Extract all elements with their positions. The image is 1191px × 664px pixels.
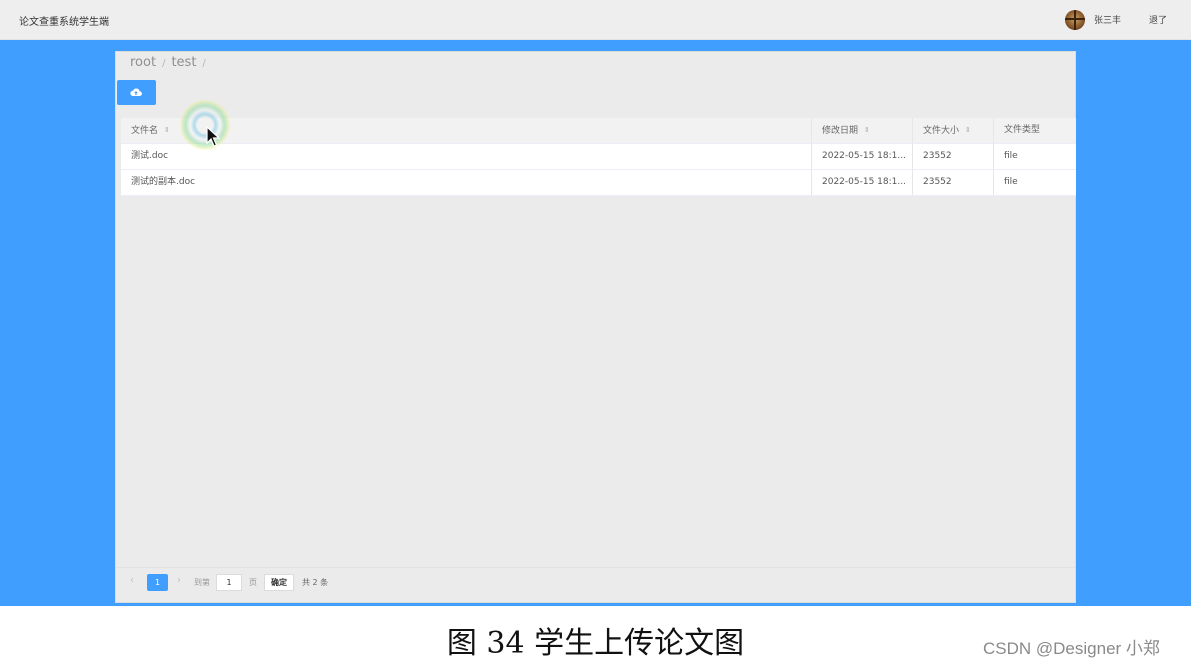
top-bar: 论文查重系统学生端 张三丰 退了 bbox=[0, 0, 1191, 40]
user-avatar[interactable] bbox=[1065, 10, 1085, 30]
file-name-cell[interactable]: 测试.doc bbox=[121, 144, 811, 169]
modified-date-cell: 2022-05-15 18:1... bbox=[811, 144, 912, 169]
column-header-label: 文件类型 bbox=[1004, 125, 1041, 135]
file-type-cell: file bbox=[993, 144, 1076, 169]
next-page-button[interactable]: › bbox=[177, 575, 181, 586]
click-indicator bbox=[180, 100, 230, 150]
breadcrumb-item-root[interactable]: root bbox=[130, 55, 156, 70]
modified-date-cell: 2022-05-15 18:1... bbox=[811, 170, 912, 195]
app-title: 论文查重系统学生端 bbox=[19, 17, 109, 28]
upload-button[interactable] bbox=[117, 80, 156, 105]
column-header-label: 文件名 bbox=[131, 126, 159, 136]
goto-label: 到第 bbox=[194, 578, 210, 587]
table-row[interactable]: 测试.doc 2022-05-15 18:1... 23552 file bbox=[121, 144, 1076, 170]
column-header-modified[interactable]: 修改日期 ⇕ bbox=[811, 118, 912, 143]
file-type-cell: file bbox=[993, 170, 1076, 195]
logout-link[interactable]: 退了 bbox=[1149, 13, 1167, 26]
column-header-label: 文件大小 bbox=[923, 126, 960, 136]
file-manager-panel: root / test / 文件名 ⇕ 修改日期 ⇕ 文件大小 ⇕ 文件类型 测试.doc … bbox=[115, 51, 1076, 603]
file-size-cell: 23552 bbox=[912, 170, 993, 195]
file-size-cell: 23552 bbox=[912, 144, 993, 169]
column-header-label: 修改日期 bbox=[822, 126, 859, 136]
sort-icon[interactable]: ⇕ bbox=[965, 118, 971, 143]
breadcrumb-separator: / bbox=[162, 58, 166, 69]
file-table: 文件名 ⇕ 修改日期 ⇕ 文件大小 ⇕ 文件类型 测试.doc 2022-05-15 … bbox=[121, 118, 1076, 196]
column-header-type: 文件类型 bbox=[993, 118, 1076, 143]
cloud-upload-icon bbox=[130, 88, 142, 97]
table-header-row: 文件名 ⇕ 修改日期 ⇕ 文件大小 ⇕ 文件类型 bbox=[121, 118, 1076, 144]
goto-confirm-button[interactable]: 确定 bbox=[264, 574, 294, 591]
pagination: ‹ 1 › 到第 1 页 确定 共 2 条 bbox=[116, 567, 1075, 598]
prev-page-button[interactable]: ‹ bbox=[130, 575, 134, 586]
total-count: 共 2 条 bbox=[302, 578, 329, 587]
breadcrumb-separator: / bbox=[202, 58, 206, 69]
watermark: CSDN @Designer 小郑 bbox=[983, 639, 1160, 658]
page-label: 页 bbox=[249, 578, 257, 587]
table-row[interactable]: 测试的副本.doc 2022-05-15 18:1... 23552 file bbox=[121, 170, 1076, 196]
username[interactable]: 张三丰 bbox=[1094, 13, 1121, 26]
page-number-current[interactable]: 1 bbox=[147, 574, 168, 591]
column-header-size[interactable]: 文件大小 ⇕ bbox=[912, 118, 993, 143]
sort-icon[interactable]: ⇕ bbox=[864, 118, 870, 143]
file-name-cell[interactable]: 测试的副本.doc bbox=[121, 170, 811, 195]
breadcrumb: root / test / bbox=[130, 55, 212, 70]
goto-page-input[interactable]: 1 bbox=[216, 574, 242, 591]
breadcrumb-item-test[interactable]: test bbox=[171, 55, 196, 70]
mouse-cursor-icon bbox=[206, 126, 220, 147]
sort-icon[interactable]: ⇕ bbox=[164, 118, 170, 143]
